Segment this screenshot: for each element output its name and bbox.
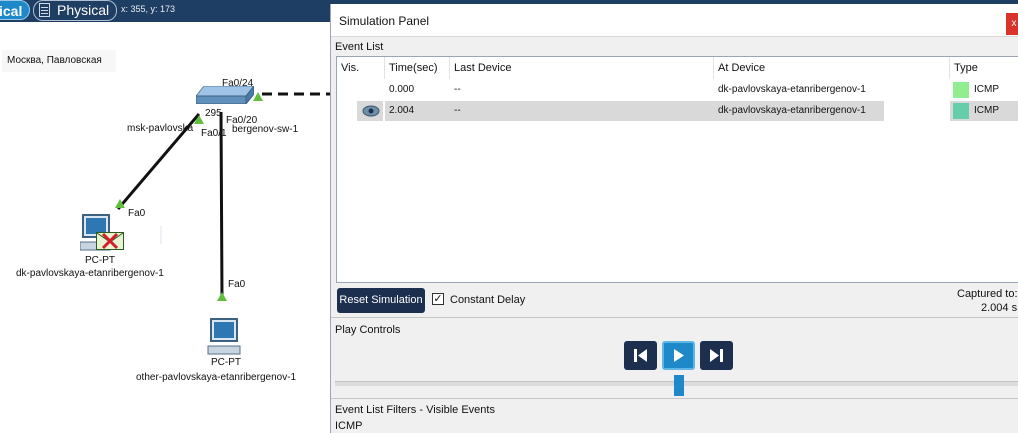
- canvas-divider: [160, 226, 162, 244]
- port-label-fa0-1: Fa0/1: [201, 128, 227, 139]
- event-type-label: ICMP: [974, 105, 999, 116]
- event-last-device: --: [454, 84, 461, 95]
- skip-forward-icon: [710, 349, 723, 362]
- column-header-vis[interactable]: Vis.: [337, 57, 385, 79]
- switch-name-right: bergenov-sw-1: [232, 124, 299, 135]
- panel-title: Simulation Panel: [339, 14, 430, 28]
- slider-thumb[interactable]: [674, 375, 684, 396]
- captured-to-label: Captured to:: [957, 288, 1018, 300]
- event-filters-value: ICMP: [335, 420, 363, 432]
- pc2-device[interactable]: [206, 318, 242, 356]
- port-label-pc1: Fa0: [128, 208, 146, 219]
- constant-delay-checkbox[interactable]: ✓: [432, 293, 444, 305]
- divider: [331, 317, 1018, 318]
- pc1-device[interactable]: [79, 214, 126, 252]
- eye-icon[interactable]: [357, 101, 383, 121]
- event-type: ICMP: [950, 101, 1018, 121]
- event-type: ICMP: [950, 80, 1018, 100]
- event-last-device: --: [450, 101, 714, 121]
- divider: [331, 398, 1018, 399]
- close-button[interactable]: x: [1006, 13, 1018, 35]
- back-button[interactable]: [624, 341, 657, 370]
- port-label-fa0-24: Fa0/24: [222, 78, 254, 89]
- switch-model-label: 295: [205, 108, 222, 119]
- column-header-last-device[interactable]: Last Device: [450, 57, 714, 79]
- event-time: 0.000: [389, 84, 415, 95]
- event-color-swatch: [953, 82, 969, 98]
- table-row[interactable]: 0.000 -- dk-pavlovskaya-etanribergenov-1…: [337, 80, 1018, 100]
- captured-to-value: 2.004 s: [981, 302, 1018, 314]
- simulation-panel: Simulation Panel x Event List Vis. Time(…: [330, 4, 1018, 433]
- tab-physical-label: Physical: [57, 2, 110, 18]
- event-time: 2.004: [385, 101, 450, 121]
- cursor-coordinates: x: 355, y: 173: [121, 4, 176, 14]
- link-up-triangle-top: [253, 92, 263, 101]
- physical-view-icon: [39, 3, 50, 17]
- play-button[interactable]: [662, 341, 695, 370]
- reset-simulation-button[interactable]: Reset Simulation: [337, 288, 425, 313]
- pc1-name-label: dk-pavlovskaya-etanribergenov-1: [16, 268, 164, 279]
- forward-button[interactable]: [700, 341, 733, 370]
- play-icon: [674, 349, 684, 362]
- switch-name-left: msk-pavlovska: [127, 123, 194, 134]
- tab-logical[interactable]: ical: [0, 0, 30, 20]
- panel-titlebar: [331, 4, 1018, 37]
- pc1-type-label: PC-PT: [85, 255, 115, 266]
- skip-back-icon: [634, 349, 647, 362]
- link-switch-pc2: [219, 111, 224, 301]
- play-controls-title: Play Controls: [335, 324, 401, 336]
- tab-physical[interactable]: Physical: [33, 0, 117, 21]
- column-header-at-device[interactable]: At Device: [714, 57, 950, 79]
- event-color-swatch: [953, 103, 969, 119]
- column-header-time[interactable]: Time(sec): [385, 57, 450, 79]
- event-list-title: Event List: [335, 41, 384, 53]
- event-list-table: Vis. Time(sec) Last Device At Device Typ…: [336, 56, 1018, 283]
- pc-icon: [207, 318, 241, 355]
- event-filters-title: Event List Filters - Visible Events: [335, 404, 495, 416]
- column-header-type[interactable]: Type: [950, 57, 1018, 79]
- link-up-triangle-pc2: [217, 292, 227, 301]
- table-row-selected[interactable]: 2.004 -- dk-pavlovskaya-etanribergenov-1…: [337, 101, 1018, 121]
- constant-delay-label: Constant Delay: [450, 294, 526, 306]
- envelope-failed-icon: [96, 232, 124, 250]
- pc2-name-label: other-pavlovskaya-etanribergenov-1: [136, 372, 297, 383]
- event-at-device: dk-pavlovskaya-etanribergenov-1: [718, 84, 866, 95]
- event-at-device: dk-pavlovskaya-etanribergenov-1: [714, 101, 884, 121]
- event-type-label: ICMP: [974, 84, 999, 95]
- pc2-type-label: PC-PT: [211, 357, 241, 368]
- port-label-pc2: Fa0: [228, 279, 246, 290]
